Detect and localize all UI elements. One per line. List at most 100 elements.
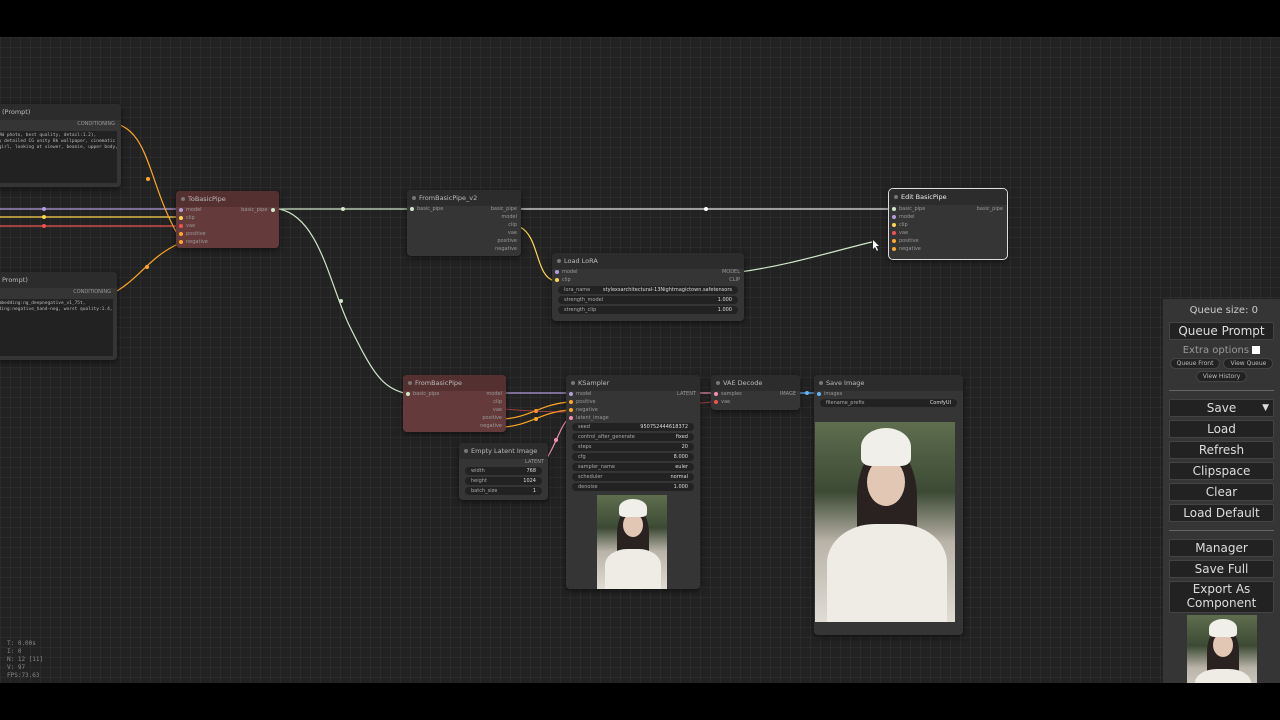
input-vae[interactable]: vae bbox=[892, 230, 908, 236]
output-clip[interactable]: CLIP bbox=[729, 277, 740, 283]
output-basic-pipe[interactable]: basic_pipe bbox=[977, 206, 1003, 212]
batch-size-widget[interactable]: batch_size 1 bbox=[465, 487, 542, 495]
bottom-letterbox bbox=[0, 683, 1280, 720]
clear-button[interactable]: Clear bbox=[1169, 483, 1274, 501]
denoise-widget[interactable]: denoise 1.000 bbox=[572, 483, 694, 491]
view-history-button[interactable]: View History bbox=[1195, 371, 1248, 382]
output-vae[interactable]: vae bbox=[493, 407, 502, 413]
output-clip[interactable]: clip bbox=[493, 399, 502, 405]
refresh-button[interactable]: Refresh bbox=[1169, 441, 1274, 459]
output-negative[interactable]: negative bbox=[495, 246, 517, 252]
extra-options-checkbox[interactable] bbox=[1252, 346, 1261, 354]
input-model[interactable]: model bbox=[569, 391, 592, 397]
empty-latent-node[interactable]: Empty Latent Image LATENT width 768 heigh… bbox=[459, 443, 548, 500]
input-clip[interactable]: clip bbox=[892, 222, 908, 228]
output-model[interactable]: MODEL bbox=[722, 269, 740, 275]
mouse-cursor bbox=[873, 240, 879, 251]
input-model[interactable]: model bbox=[892, 214, 915, 220]
load-button[interactable]: Load bbox=[1169, 420, 1274, 438]
queue-size: Queue size: 0 bbox=[1189, 305, 1258, 316]
input-clip[interactable]: clip bbox=[179, 215, 195, 221]
queue-front-button[interactable]: Queue Front bbox=[1169, 358, 1221, 369]
seed-widget[interactable]: seed 950752444618372 bbox=[572, 423, 694, 431]
input-images[interactable]: images bbox=[817, 391, 842, 397]
node-title: Save Image bbox=[814, 375, 963, 391]
link-lora-model bbox=[739, 241, 873, 273]
width-widget[interactable]: width 768 bbox=[465, 467, 542, 475]
output-model[interactable]: model bbox=[486, 391, 502, 397]
canvas-stats: T: 0.00s I: 0 N: 12 [11] V: 97 FPS:73.63 bbox=[7, 640, 44, 679]
input-latent[interactable]: latent_image bbox=[569, 415, 609, 421]
node-title: ToBasicPipe bbox=[176, 191, 279, 207]
node-title: KSampler bbox=[566, 375, 700, 391]
strength-clip-widget[interactable]: strength_clip 1.000 bbox=[558, 306, 738, 314]
input-negative[interactable]: negative bbox=[892, 246, 921, 252]
input-model[interactable]: model bbox=[555, 269, 578, 275]
output-latent[interactable]: LATENT bbox=[525, 459, 544, 465]
input-positive[interactable]: positive bbox=[179, 231, 206, 237]
manager-button[interactable]: Manager bbox=[1169, 539, 1274, 557]
output-basic-pipe[interactable]: basic_pipe bbox=[241, 207, 275, 213]
view-queue-button[interactable]: View Queue bbox=[1223, 358, 1274, 369]
output-image[interactable]: IMAGE bbox=[780, 391, 796, 397]
graph-canvas[interactable]: (Prompt) CONDITIONING RAW photo, best qu… bbox=[0, 37, 1280, 683]
filename-prefix-widget[interactable]: filename_prefix ComfyUI bbox=[820, 399, 957, 407]
control-after-generate-widget[interactable]: control_after_generate fixed bbox=[572, 433, 694, 441]
input-vae[interactable]: vae bbox=[179, 223, 195, 229]
input-positive[interactable]: positive bbox=[892, 238, 919, 244]
preview-image bbox=[597, 495, 667, 589]
node-title: Prompt) bbox=[0, 272, 117, 288]
chevron-down-icon[interactable]: ▼ bbox=[1262, 400, 1269, 416]
save-button[interactable]: Save ▼ bbox=[1169, 399, 1274, 417]
save-full-button[interactable]: Save Full bbox=[1169, 560, 1274, 578]
output-vae[interactable]: vae bbox=[508, 230, 517, 236]
edit-basic-pipe-node[interactable]: Edit BasicPipe basic_pipe model clip vae… bbox=[888, 188, 1008, 260]
input-basic-pipe[interactable]: basic_pipe bbox=[406, 391, 439, 397]
link-clip-lora bbox=[519, 226, 556, 282]
node-title: FromBasicPipe_v2 bbox=[407, 190, 521, 206]
load-lora-node[interactable]: Load LoRA model clip MODEL CLIP lora_nam… bbox=[552, 253, 744, 321]
comfy-menu: Queue size: 0 Queue Prompt Extra options… bbox=[1163, 299, 1280, 703]
output-model[interactable]: model bbox=[501, 214, 517, 220]
load-default-button[interactable]: Load Default bbox=[1169, 504, 1274, 522]
prompt-text[interactable]: embedding:ng_deepnegative_v1_75t, dding:… bbox=[0, 299, 113, 356]
save-image-node[interactable]: Save Image images filename_prefix ComfyUI bbox=[814, 375, 963, 635]
to-basic-pipe-node[interactable]: ToBasicPipe model clip vae positive nega… bbox=[176, 191, 279, 248]
node-title: Empty Latent Image bbox=[459, 443, 548, 459]
output-basic-pipe[interactable]: basic_pipe bbox=[491, 206, 517, 212]
lora-name-widget[interactable]: lora_name stylexsarchitectural-13Nightmag… bbox=[558, 286, 738, 294]
queue-prompt-button[interactable]: Queue Prompt bbox=[1169, 322, 1274, 340]
prompt-text[interactable]: RAW photo, best quality, detail:1.2), ly… bbox=[0, 131, 117, 183]
from-basic-pipe-node[interactable]: FromBasicPipe basic_pipe model clip vae … bbox=[403, 375, 506, 432]
conditioning-output-label: CONDITIONING bbox=[73, 289, 111, 295]
output-clip[interactable]: clip bbox=[508, 222, 517, 228]
scheduler-widget[interactable]: scheduler normal bbox=[572, 473, 694, 481]
input-model[interactable]: model bbox=[179, 207, 202, 213]
input-vae[interactable]: vae bbox=[714, 399, 730, 405]
sampler-name-widget[interactable]: sampler_name euler bbox=[572, 463, 694, 471]
ksampler-node[interactable]: KSampler model positive negative latent_… bbox=[566, 375, 700, 589]
input-positive[interactable]: positive bbox=[569, 399, 596, 405]
extra-options[interactable]: Extra options bbox=[1163, 345, 1280, 356]
input-negative[interactable]: negative bbox=[569, 407, 598, 413]
strength-model-widget[interactable]: strength_model 1.000 bbox=[558, 296, 738, 304]
prompt-negative-node[interactable]: Prompt) CONDITIONING embedding:ng_deepne… bbox=[0, 272, 117, 360]
input-samples[interactable]: samples bbox=[714, 391, 742, 397]
output-negative[interactable]: negative bbox=[480, 423, 502, 429]
input-basic-pipe[interactable]: basic_pipe bbox=[892, 206, 925, 212]
output-latent[interactable]: LATENT bbox=[677, 391, 696, 397]
from-basic-pipe-v2-node[interactable]: FromBasicPipe_v2 basic_pipe basic_pipe m… bbox=[407, 190, 521, 256]
output-positive[interactable]: positive bbox=[482, 415, 502, 421]
cfg-widget[interactable]: cfg 8.000 bbox=[572, 453, 694, 461]
input-basic-pipe[interactable]: basic_pipe bbox=[410, 206, 443, 212]
vae-decode-node[interactable]: VAE Decode samples vae IMAGE bbox=[711, 375, 800, 410]
input-negative[interactable]: negative bbox=[179, 239, 208, 245]
input-clip[interactable]: clip bbox=[555, 277, 571, 283]
export-component-button[interactable]: Export As Component bbox=[1169, 581, 1274, 613]
output-positive[interactable]: positive bbox=[497, 238, 517, 244]
height-widget[interactable]: height 1024 bbox=[465, 477, 542, 485]
steps-widget[interactable]: steps 20 bbox=[572, 443, 694, 451]
node-title: VAE Decode bbox=[711, 375, 800, 391]
prompt-positive-node[interactable]: (Prompt) CONDITIONING RAW photo, best qu… bbox=[0, 104, 121, 187]
clipspace-button[interactable]: Clipspace bbox=[1169, 462, 1274, 480]
